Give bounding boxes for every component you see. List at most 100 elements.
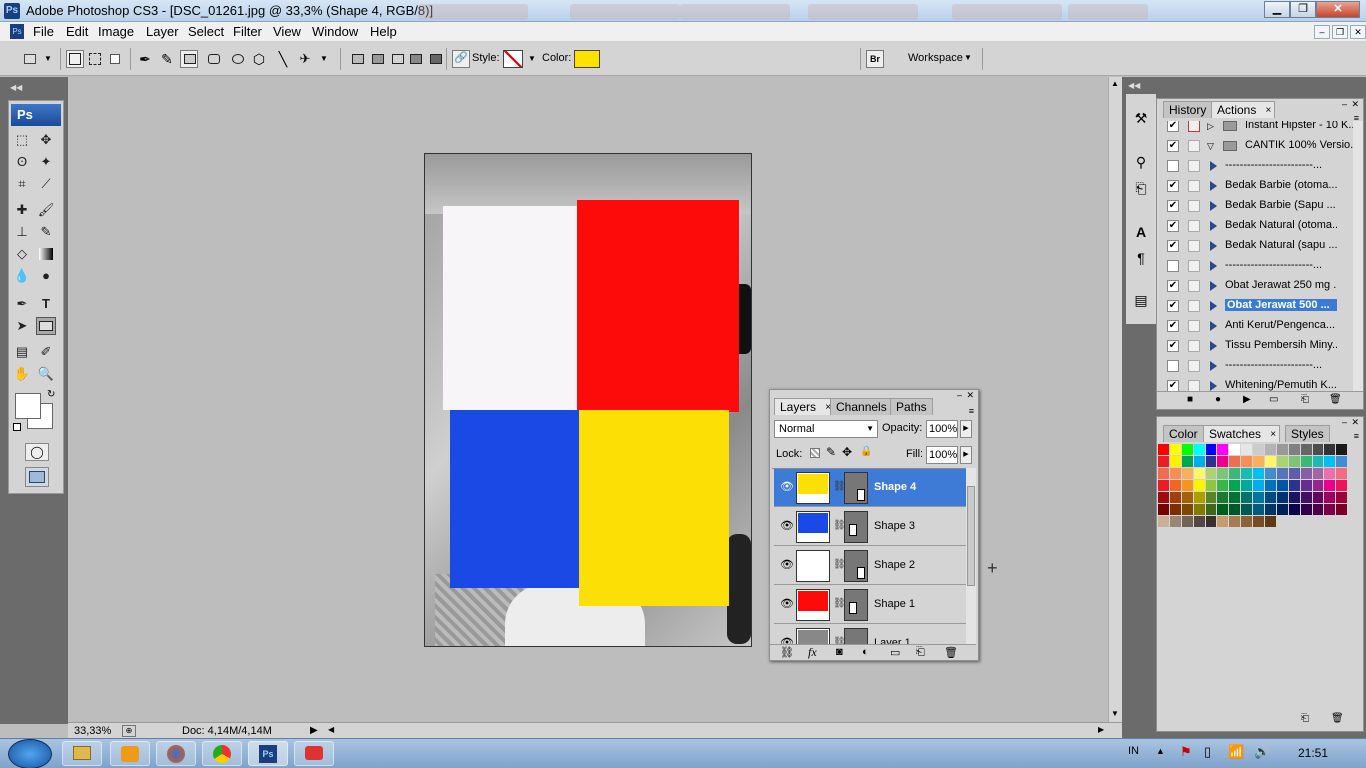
layers-panel-minimize-icon[interactable]: – — [957, 390, 962, 400]
polygon-icon[interactable]: ⬡ — [250, 50, 268, 68]
swatch-chip[interactable] — [1181, 456, 1194, 468]
swatch-chip[interactable] — [1193, 504, 1206, 516]
swatch-chip[interactable] — [1300, 480, 1313, 492]
volume-icon[interactable]: 🔊 — [1254, 744, 1270, 760]
dialog-toggle-box[interactable] — [1188, 220, 1200, 232]
tab-actions[interactable]: Actions × — [1211, 101, 1276, 118]
dialog-toggle-box[interactable] — [1188, 121, 1200, 132]
swatch-chip[interactable] — [1288, 444, 1301, 456]
show-hidden-icons-icon[interactable]: ▲ — [1156, 746, 1165, 756]
new-swatch-icon[interactable]: ⎗ — [1301, 713, 1309, 724]
hand-tool-icon[interactable]: ✋ — [12, 365, 32, 383]
action-expand-triangle-icon[interactable] — [1210, 281, 1217, 291]
action-expand-triangle-icon[interactable] — [1210, 321, 1217, 331]
swatch-chip[interactable] — [1158, 456, 1170, 468]
action-toggle-checkbox[interactable] — [1167, 260, 1179, 272]
media-player-taskbar-icon[interactable] — [110, 741, 150, 766]
rounded-rectangle-icon[interactable] — [204, 50, 222, 68]
layer-row[interactable]: 👁 ⛓ Shape 3 — [774, 508, 966, 546]
character-dock-icon[interactable]: A — [1130, 222, 1152, 242]
swatch-chip[interactable] — [1300, 492, 1313, 504]
dialog-toggle-box[interactable] — [1188, 360, 1200, 372]
swatch-chip[interactable] — [1276, 456, 1289, 468]
swatch-chip[interactable] — [1217, 480, 1230, 492]
shape-1-red[interactable] — [577, 200, 739, 412]
style-swatch[interactable] — [503, 50, 523, 68]
add-to-shape-icon[interactable] — [368, 50, 386, 68]
doc-restore-button[interactable]: ❐ — [1332, 25, 1348, 39]
layer-mask-icon[interactable]: ◙ — [836, 646, 843, 658]
swatch-chip[interactable] — [1217, 516, 1230, 528]
foreground-color-swatch[interactable] — [15, 393, 41, 419]
swatch-chip[interactable] — [1241, 468, 1254, 480]
create-new-shape-icon[interactable] — [348, 50, 366, 68]
fill-dropdown-icon[interactable]: ▶ — [960, 446, 972, 464]
start-button[interactable] — [8, 739, 52, 768]
action-row[interactable]: ✔ Bedak Natural (otoma... — [1159, 217, 1353, 237]
swatch-chip[interactable] — [1158, 492, 1170, 504]
quick-mask-icon[interactable]: ◯ — [25, 443, 49, 461]
dialog-toggle-box[interactable] — [1188, 180, 1200, 192]
stop-icon[interactable]: ■ — [1187, 394, 1193, 405]
action-row[interactable]: ✔ Bedak Natural (sapu ... — [1159, 237, 1353, 257]
swatch-chip[interactable] — [1169, 480, 1182, 492]
swatch-chip[interactable] — [1253, 504, 1266, 516]
swatch-chip[interactable] — [1193, 468, 1206, 480]
layer-row[interactable]: 👁 ⛓ Shape 4 — [774, 469, 966, 507]
tab-history[interactable]: History — [1163, 101, 1213, 118]
healing-brush-icon[interactable]: ✚ — [12, 201, 32, 219]
action-toggle-checkbox[interactable]: ✔ — [1167, 200, 1179, 212]
action-row[interactable]: ✔ Obat Jerawat 250 mg ... — [1159, 277, 1353, 297]
tool-preset-icon[interactable] — [20, 50, 38, 68]
swatch-chip[interactable] — [1276, 480, 1289, 492]
blend-mode-select[interactable]: Normal ▼ — [774, 420, 878, 438]
camera-taskbar-icon[interactable] — [294, 741, 334, 766]
swatch-chip[interactable] — [1300, 468, 1313, 480]
shape-3-blue[interactable] — [450, 410, 580, 588]
swatch-chip[interactable] — [1181, 504, 1194, 516]
action-row[interactable]: ✔ Whitening/Pemutih K... — [1159, 377, 1353, 391]
expand-arrow-icon[interactable]: ▷ — [1207, 121, 1214, 132]
minimize-button[interactable]: ▁ — [1264, 1, 1290, 18]
swap-colors-icon[interactable]: ↻ — [47, 389, 55, 400]
menu-file[interactable]: File — [33, 24, 54, 39]
screen-mode-icon[interactable] — [25, 467, 49, 487]
swatch-chip[interactable] — [1205, 480, 1218, 492]
swatch-chip[interactable] — [1217, 456, 1230, 468]
tab-layers[interactable]: Layers × — [774, 398, 836, 415]
record-icon[interactable]: ● — [1215, 394, 1221, 405]
layer-row[interactable]: 👁 ⛓ Shape 2 — [774, 547, 966, 585]
exclude-shape-icon[interactable] — [426, 50, 444, 68]
shape-4-yellow[interactable] — [579, 410, 729, 606]
swatch-chip[interactable] — [1205, 468, 1218, 480]
swatch-chip[interactable] — [1324, 468, 1337, 480]
link-layers-icon[interactable]: ⛓ — [780, 646, 794, 659]
layers-panel-close-icon[interactable]: ✕ — [966, 390, 974, 401]
network-icon[interactable]: 📶 — [1228, 744, 1244, 760]
layers-scroll-thumb[interactable] — [967, 486, 975, 586]
doc-close-button[interactable]: ✕ — [1350, 25, 1366, 39]
swatch-chip[interactable] — [1336, 468, 1349, 480]
swatch-chip[interactable] — [1265, 468, 1277, 480]
swatch-chip[interactable] — [1193, 444, 1206, 456]
swatch-chip[interactable] — [1265, 516, 1277, 528]
swatch-chip[interactable] — [1193, 456, 1206, 468]
action-toggle-checkbox[interactable] — [1167, 360, 1179, 372]
collapse-dock-icon[interactable]: ◀◀ — [1128, 81, 1140, 90]
swatch-chip[interactable] — [1253, 456, 1266, 468]
swatch-chip[interactable] — [1276, 444, 1289, 456]
swatch-chip[interactable] — [1217, 504, 1230, 516]
eyedropper-tool-icon[interactable]: ✐ — [36, 343, 56, 361]
shape-dropdown-icon[interactable]: ▼ — [320, 54, 328, 63]
swatch-chip[interactable] — [1241, 504, 1254, 516]
action-toggle-checkbox[interactable]: ✔ — [1167, 220, 1179, 232]
action-row[interactable]: ✔ Anti Kerut/Pengenca... — [1159, 317, 1353, 337]
dialog-toggle-box[interactable] — [1188, 200, 1200, 212]
swatch-chip[interactable] — [1229, 480, 1242, 492]
paths-mode-icon[interactable] — [86, 50, 104, 68]
dialog-toggle-box[interactable] — [1188, 340, 1200, 352]
rectangle-tool-icon[interactable] — [36, 317, 56, 335]
mask-link-icon[interactable]: ⛓ — [833, 637, 846, 644]
layer-comps-dock-icon[interactable]: ▤ — [1130, 290, 1152, 310]
swatch-chip[interactable] — [1288, 456, 1301, 468]
